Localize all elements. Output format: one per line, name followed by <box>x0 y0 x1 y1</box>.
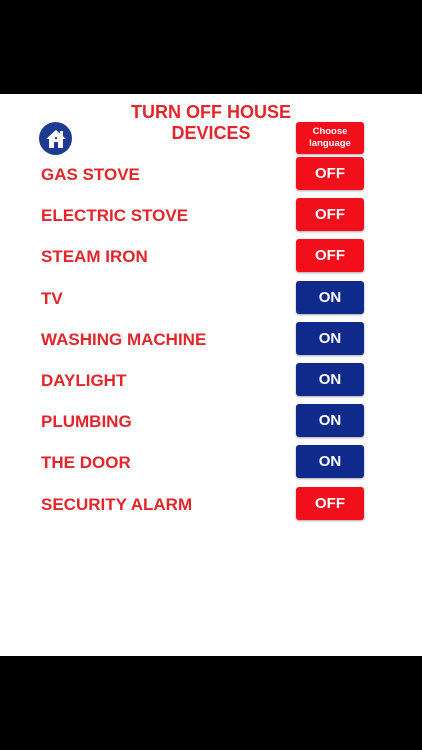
device-label: TV <box>41 288 63 308</box>
device-row-washing-machine: WASHING MACHINE ON <box>0 321 422 363</box>
device-label: GAS STOVE <box>41 165 140 184</box>
device-toggle-button[interactable]: OFF <box>296 486 364 520</box>
device-label: WASHING MACHINE <box>41 329 207 349</box>
device-toggle-button[interactable]: ON <box>296 280 364 314</box>
page-title: TURN OFF HOUSE DEVICES <box>131 102 291 143</box>
device-toggle-button[interactable]: ON <box>296 404 364 438</box>
device-label: DAYLIGHT <box>41 370 127 390</box>
device-toggle-button[interactable]: ON <box>296 362 364 396</box>
device-row-electric-stove: ELECTRIC STOVE OFF <box>0 198 422 239</box>
device-label: PLUMBING <box>41 412 132 432</box>
device-row-daylight: DAYLIGHT ON <box>0 362 422 404</box>
device-label: STEAM IRON <box>41 247 148 267</box>
device-row-security-alarm: SECURITY ALARM OFF <box>0 486 422 528</box>
home-icon <box>45 129 66 148</box>
device-row-gas-stove: GAS STOVE OFF <box>0 157 422 198</box>
device-toggle-button[interactable]: OFF <box>296 157 364 190</box>
choose-language-button[interactable]: Choose language <box>296 122 364 154</box>
app-screen: TURN OFF HOUSE DEVICES Choose language G… <box>0 94 422 656</box>
device-row-tv: TV ON <box>0 280 422 322</box>
device-row-the-door: THE DOOR ON <box>0 445 422 486</box>
device-toggle-button[interactable]: OFF <box>296 198 364 232</box>
device-label: THE DOOR <box>41 453 131 473</box>
device-label: ELECTRIC STOVE <box>41 206 189 226</box>
device-label: SECURITY ALARM <box>41 494 193 514</box>
device-row-steam-iron: STEAM IRON OFF <box>0 239 422 280</box>
device-toggle-button[interactable]: ON <box>296 445 364 479</box>
device-list: GAS STOVE OFF ELECTRIC STOVE OFF STEAM I… <box>0 157 422 528</box>
device-toggle-button[interactable]: ON <box>296 321 364 355</box>
home-button[interactable] <box>39 122 72 155</box>
device-toggle-button[interactable]: OFF <box>296 239 364 273</box>
device-row-plumbing: PLUMBING ON <box>0 404 422 445</box>
